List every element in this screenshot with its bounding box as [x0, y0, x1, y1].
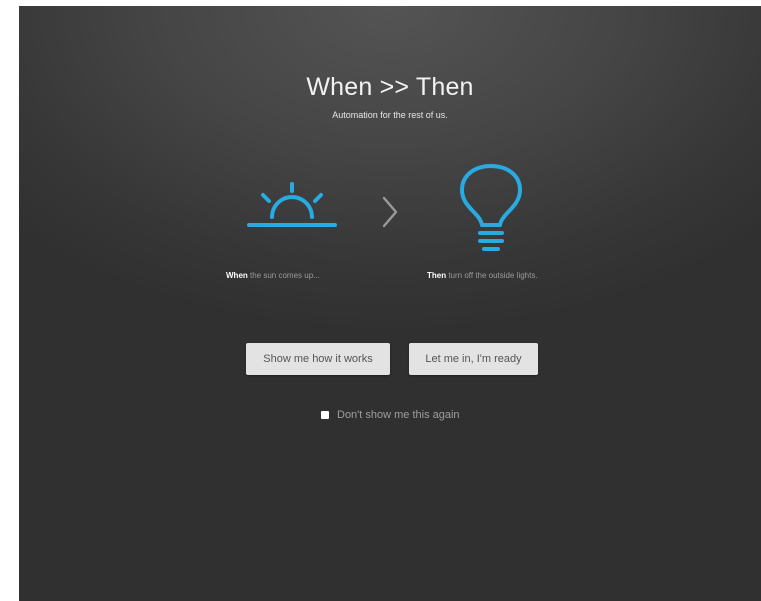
when-caption: When the sun comes up...	[226, 271, 320, 280]
when-keyword: When	[226, 271, 248, 280]
let-me-in-button[interactable]: Let me in, I'm ready	[409, 343, 538, 375]
welcome-screen: When >> Then Automation for the rest of …	[19, 6, 761, 601]
show-how-it-works-button[interactable]: Show me how it works	[246, 343, 390, 375]
sunrise-icon	[247, 182, 337, 227]
dont-show-again-option[interactable]: Don't show me this again	[321, 409, 460, 421]
page-title: When >> Then	[306, 73, 474, 101]
lightbulb-icon	[460, 164, 522, 251]
when-text: the sun comes up...	[247, 271, 320, 280]
then-keyword: Then	[427, 271, 447, 280]
then-text: turn off the outside lights.	[446, 271, 538, 280]
page-subtitle: Automation for the rest of us.	[332, 110, 448, 120]
dont-show-again-label: Don't show me this again	[337, 409, 460, 421]
then-caption: Then turn off the outside lights.	[427, 271, 538, 280]
dont-show-again-checkbox[interactable]	[321, 411, 329, 419]
chevron-right-icon	[382, 196, 398, 228]
